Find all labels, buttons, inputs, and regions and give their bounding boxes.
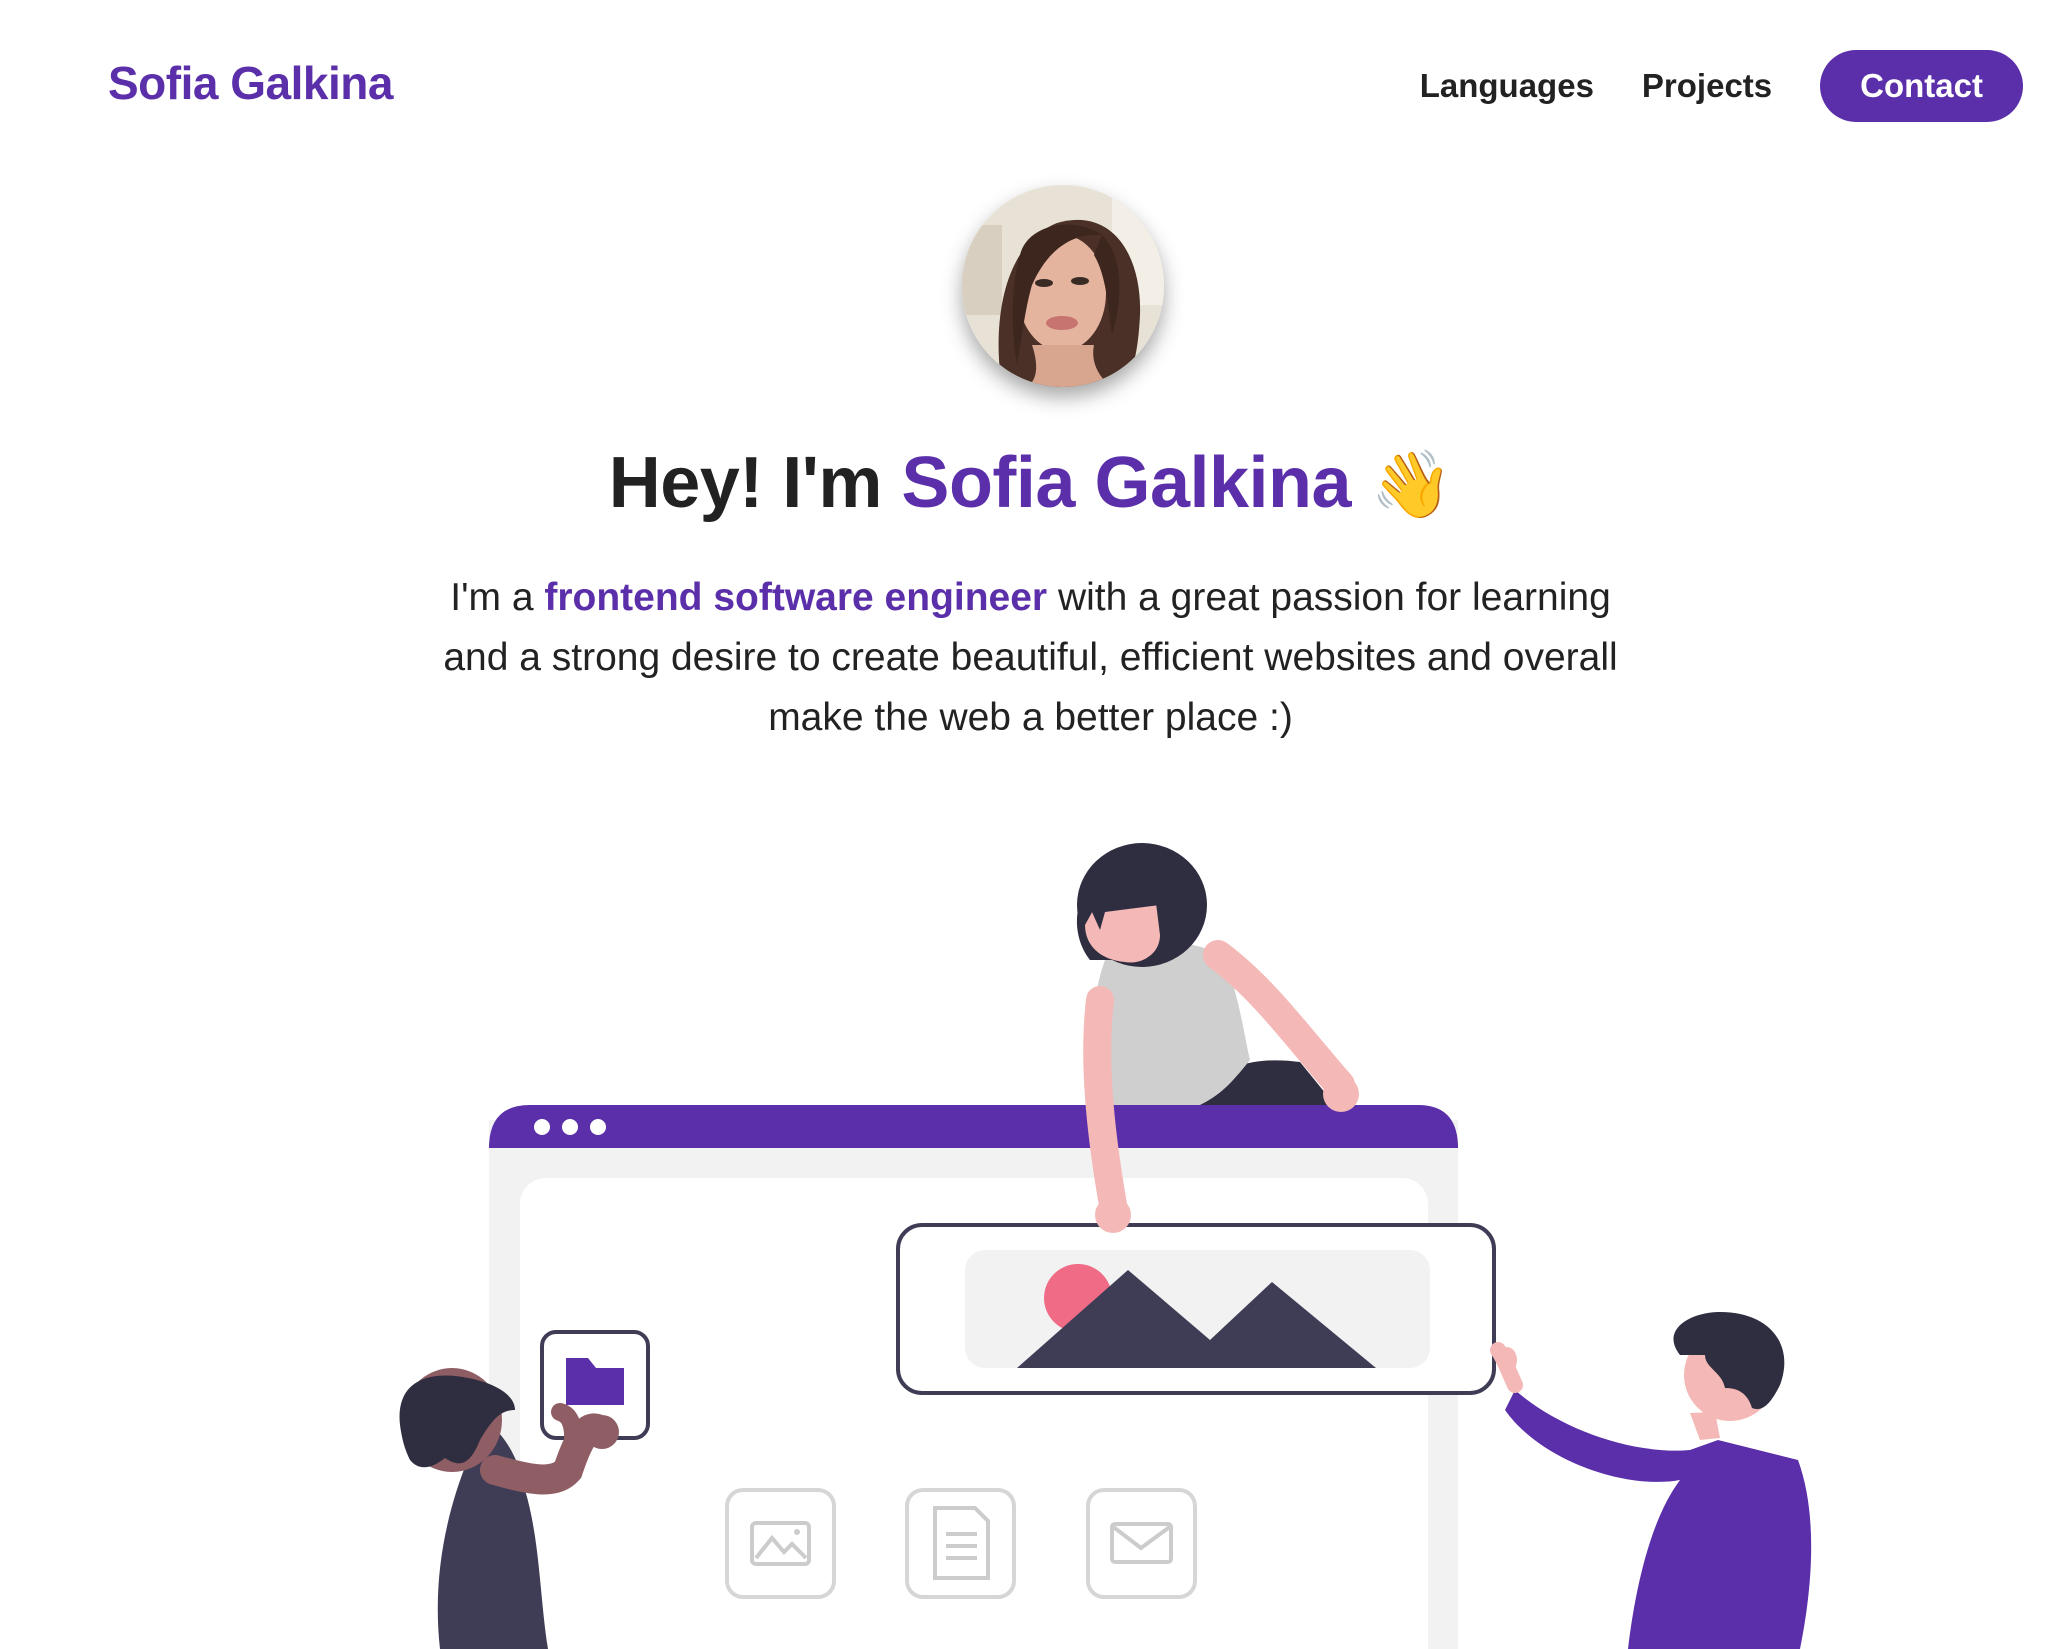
image-card-illustration xyxy=(896,1223,1496,1395)
portfolio-page: Sofia Galkina Languages Projects Contact xyxy=(0,0,2061,1649)
man-right-illustration xyxy=(1490,1312,1812,1649)
team-building-website-illustration xyxy=(399,843,1812,1649)
